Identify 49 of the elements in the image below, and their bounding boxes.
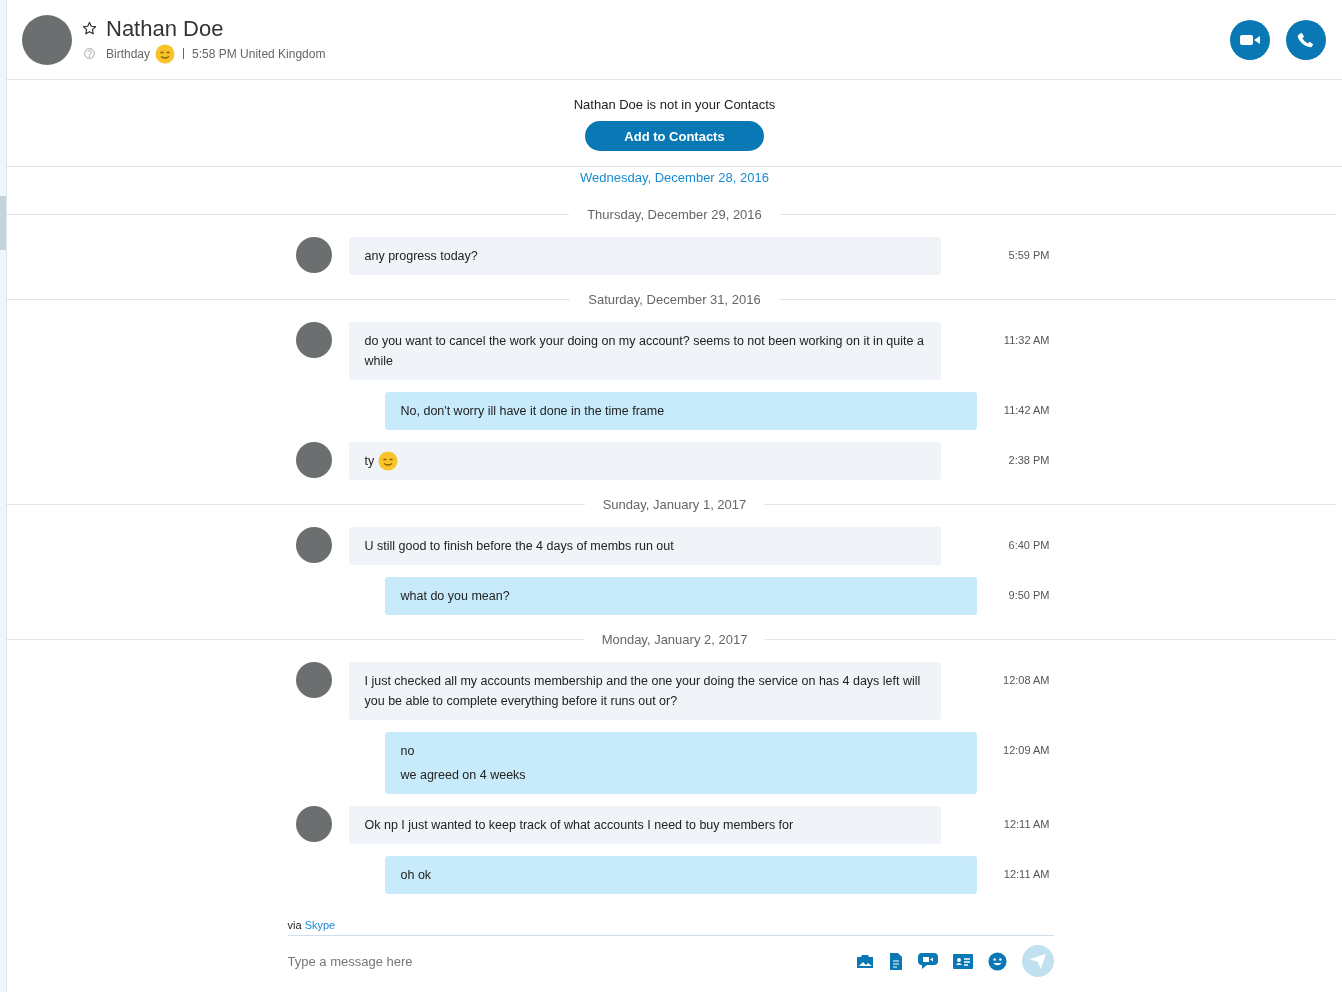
message-time: 9:50 PM [1008,589,1050,601]
avatar-placeholder [295,806,332,842]
message-time: 12:08 AM [1003,674,1050,686]
star-icon[interactable] [82,21,97,36]
paper-plane-icon [1028,952,1047,970]
message-time: 12:11 AM [1003,818,1050,830]
not-in-contacts-notice: Nathan Doe is not in your Contacts [573,97,776,112]
message-text: No, don't worry ill have it done in the time frame [400,403,665,420]
message-text: Ok np I just wanted to keep track of what accounts I need to buy members for [364,817,794,834]
message-time: 5:59 PM [1008,249,1050,261]
message-text: do you want to cancel the work your doing on my account? seems to not been working on it in quite a while [364,333,925,370]
via-label: via [287,919,302,931]
local-time: 5:58 PM United Kingdom [192,46,326,61]
avatar-placeholder [295,322,332,358]
message-time: 12:09 AM [1003,744,1050,756]
avatar-placeholder [295,662,332,698]
avatar-placeholder [22,14,72,65]
emoticon-icon [155,43,176,64]
video-call-button[interactable] [1230,19,1270,60]
message-text: U still good to finish before the 4 days of membs run out [364,538,674,555]
emoticon-icon [378,451,399,471]
load-earlier-link[interactable]: Wednesday, December 28, 2016 [580,169,769,185]
add-to-contacts-button[interactable]: Add to Contacts [585,121,764,151]
service-link[interactable]: Skype [304,919,336,931]
emoticon-icon[interactable] [987,951,1007,971]
contact-card-icon[interactable] [952,953,973,969]
message-text: we agreed on 4 weeks [400,767,526,784]
video-camera-icon [1240,33,1260,46]
mood-message: Birthday [106,46,151,61]
message-text: any progress today? [364,248,478,265]
message-text: no [400,743,415,760]
avatar-placeholder [295,442,332,478]
message-time: 11:32 AM [1003,334,1050,346]
avatar-placeholder [295,527,332,563]
image-icon[interactable] [855,953,874,969]
avatar-placeholder [295,237,332,273]
file-icon[interactable] [888,952,903,970]
contact-name: Nathan Doe [106,15,224,42]
message-text: what do you mean? [400,588,510,605]
message-text: I just checked all my accounts membership and the one your doing the service on has 4 days left will you be able to complete everything before it runs out or? [364,673,922,710]
video-message-icon[interactable] [917,952,938,970]
message-time: 2:38 PM [1008,454,1050,466]
message-time: 11:42 AM [1003,404,1050,416]
phone-icon [1297,30,1315,49]
audio-call-button[interactable] [1286,19,1326,60]
message-time: 6:40 PM [1008,539,1050,551]
message-time: 12:11 AM [1003,868,1050,880]
message-text: oh ok [400,867,432,884]
message-text: ty [364,453,375,470]
